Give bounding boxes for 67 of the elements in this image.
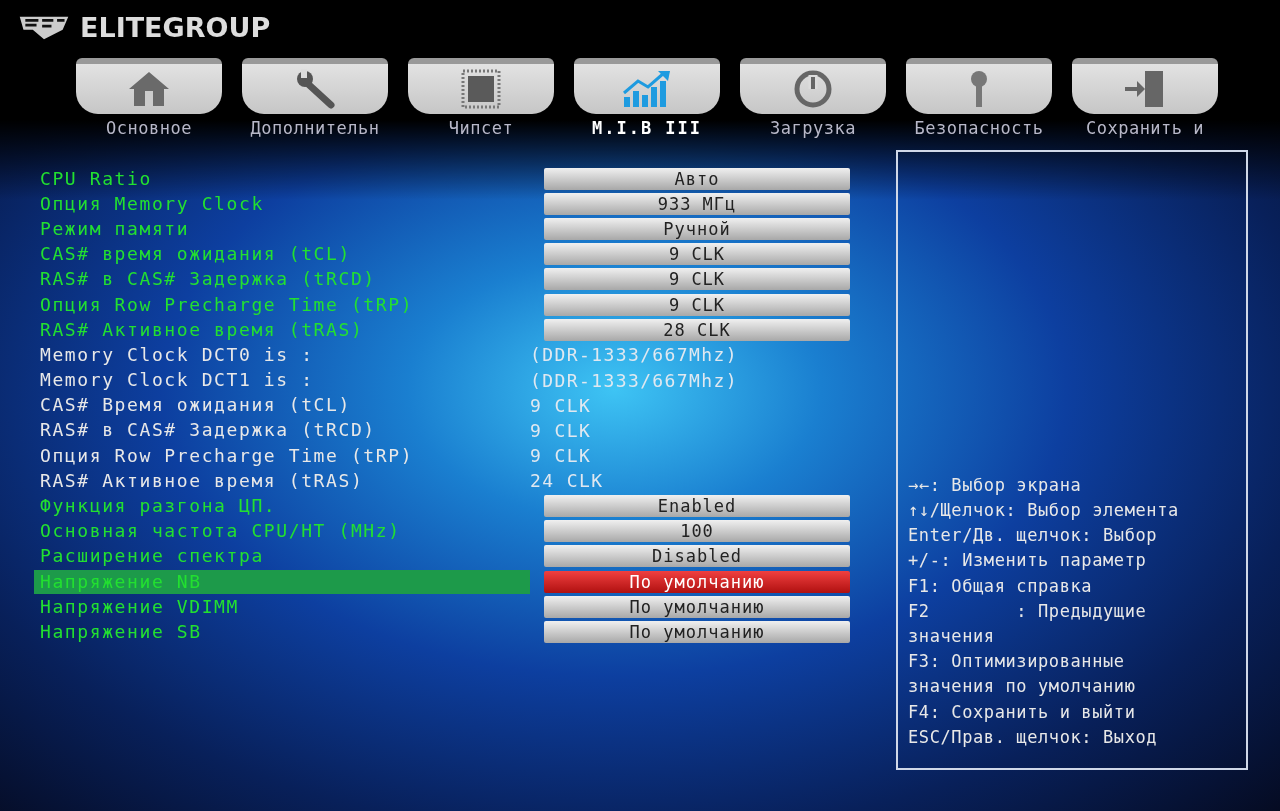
help-line: +/-: Изменить параметр	[908, 549, 1148, 573]
tab-card[interactable]	[242, 58, 388, 114]
tab-card[interactable]	[1072, 58, 1218, 114]
setting-label: Расширение спектра	[39, 544, 265, 569]
help-line: ESC/Прав. щелчок: Выход	[908, 725, 1159, 749]
help-line: F2 : Предыдущие	[908, 599, 1148, 623]
tab-label[interactable]: Сохранить и	[1085, 118, 1205, 138]
setting-label: Напряжение SB	[39, 619, 203, 644]
setting-label: RAS# Активное время (tRAS)	[39, 468, 365, 493]
setting-value[interactable]: По умолчанию	[544, 595, 850, 618]
help-line: ↑↓/Щелчок: Выбор элемента	[908, 498, 1180, 522]
tab-label[interactable]: Чипсет	[448, 118, 514, 138]
setting-value[interactable]: Ручной	[544, 217, 850, 240]
setting-value[interactable]: 933 МГц	[544, 192, 850, 215]
tab-label[interactable]: Загрузка	[770, 118, 856, 138]
tab-label[interactable]: Основное	[106, 118, 192, 138]
setting-info-value: (DDR-1333/667Mhz)	[530, 344, 739, 366]
tab-card[interactable]	[76, 58, 222, 114]
setting-value[interactable]: 9 CLK	[544, 268, 850, 291]
setting-label: RAS# Активное время (tRAS)	[39, 317, 365, 342]
setting-info-value: 9 CLK	[530, 394, 592, 416]
house-icon	[127, 69, 171, 109]
tab-label[interactable]: Безопасность	[914, 118, 1044, 138]
setting-label: Опция Row Precharge Time (tRP)	[39, 443, 415, 468]
help-line: →←: Выбор экрана	[908, 473, 1083, 497]
setting-label: Memory Clock DCT1 is :	[39, 368, 315, 393]
setting-info-value: (DDR-1333/667Mhz)	[530, 369, 739, 391]
setting-label: CAS# время ожидания (tCL)	[39, 242, 352, 267]
tab-card[interactable]	[408, 58, 554, 114]
setting-label: Напряжение NB	[34, 569, 530, 594]
setting-label: CAS# Время ожидания (tCL)	[39, 393, 352, 418]
help-line: значения	[908, 625, 996, 648]
setting-value[interactable]: 9 CLK	[544, 243, 850, 266]
setting-label: Функция разгона ЦП.	[39, 494, 278, 519]
help-line: значения по умолчанию	[908, 675, 1137, 699]
setting-label: Основная частота CPU/HT (MHz)	[39, 519, 402, 544]
setting-label: Напряжение VDIMM	[39, 594, 240, 619]
setting-value[interactable]: Авто	[544, 167, 850, 190]
brand-name: ELITEGROUP	[80, 11, 271, 43]
setting-value[interactable]: Disabled	[544, 545, 850, 568]
setting-info-value: 9 CLK	[530, 419, 592, 441]
setting-label: Опция Row Precharge Time (tRP)	[39, 292, 415, 317]
setting-value[interactable]: По умолчанию	[544, 620, 850, 643]
setting-label: Memory Clock DCT0 is :	[39, 342, 315, 367]
setting-value[interactable]: 9 CLK	[544, 293, 850, 316]
setting-value[interactable]: 100	[544, 520, 850, 543]
chart-icon	[622, 69, 672, 109]
setting-value[interactable]: По умолчанию	[544, 570, 850, 593]
setting-info-value: 24 CLK	[530, 470, 604, 492]
setting-value[interactable]: Enabled	[544, 495, 850, 518]
tab-card[interactable]	[906, 58, 1052, 114]
setting-value[interactable]: 28 CLK	[544, 318, 850, 341]
setting-label: Опция Memory Clock	[39, 191, 265, 216]
setting-label: CPU Ratio	[39, 166, 153, 191]
help-line: Enter/Дв. щелчок: Выбор	[908, 524, 1159, 548]
chip-icon	[459, 69, 503, 109]
help-line: F1: Общая справка	[908, 574, 1094, 598]
tab-card[interactable]	[574, 58, 720, 114]
setting-label: RAS# в CAS# Задержка (tRCD)	[39, 267, 377, 292]
setting-label: Режим памяти	[39, 216, 191, 241]
tab-label[interactable]: M.I.B III	[591, 118, 703, 138]
setting-info-value: 9 CLK	[530, 445, 592, 467]
help-line: F3: Оптимизированные	[908, 650, 1126, 674]
tab-label[interactable]: Дополнительн	[250, 118, 380, 138]
setting-label: RAS# в CAS# Задержка (tRCD)	[39, 418, 377, 443]
tab-card[interactable]	[740, 58, 886, 114]
help-line: F4: Сохранить и выйти	[908, 700, 1137, 724]
